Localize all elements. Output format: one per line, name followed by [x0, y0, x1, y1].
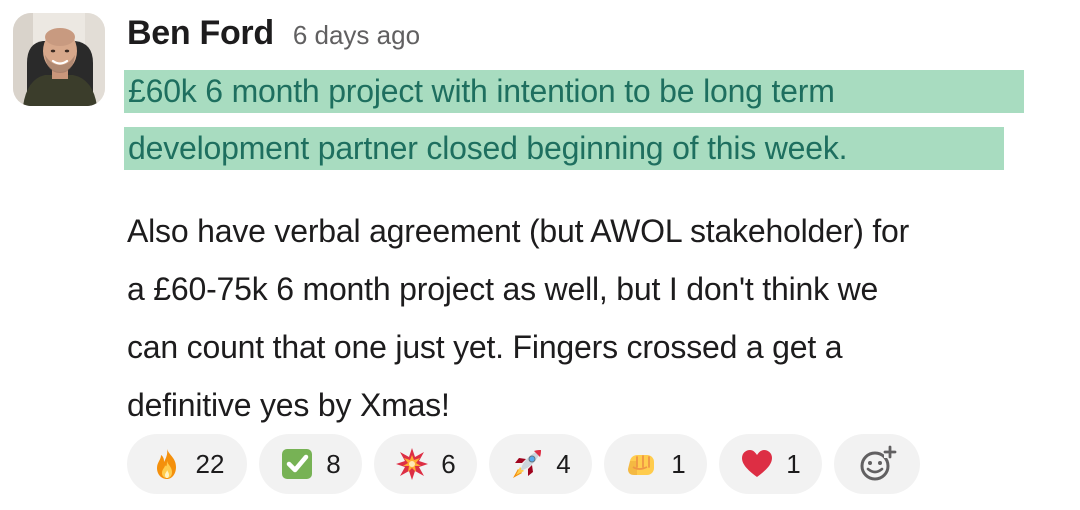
- message-line: a £60-75k 6 month project as well, but I…: [127, 271, 879, 307]
- message-timestamp[interactable]: 6 days ago: [293, 20, 420, 51]
- reaction-fire[interactable]: 22: [127, 434, 247, 494]
- message-body: Also have verbal agreement (but AWOL sta…: [127, 202, 1072, 434]
- message-line: can count that one just yet. Fingers cro…: [127, 329, 843, 365]
- reaction-punch[interactable]: 1: [604, 434, 707, 494]
- highlighted-line: £60k 6 month project with intention to b…: [124, 70, 1024, 113]
- reaction-rocket[interactable]: 4: [489, 434, 592, 494]
- reaction-check[interactable]: 8: [259, 434, 362, 494]
- add-reaction-button[interactable]: [834, 434, 920, 494]
- reaction-count: 8: [326, 448, 341, 479]
- fire-icon: [156, 449, 176, 479]
- reaction-collision[interactable]: 6: [374, 434, 477, 494]
- message-line: definitive yes by Xmas!: [127, 387, 450, 423]
- reaction-count: 6: [441, 448, 456, 479]
- reaction-count: 1: [671, 448, 686, 479]
- message-line: Also have verbal agreement (but AWOL sta…: [127, 213, 910, 249]
- reaction-count: 22: [195, 448, 225, 479]
- add-reaction-icon: [860, 445, 897, 481]
- rocket-icon: [513, 450, 542, 478]
- avatar[interactable]: [13, 13, 105, 106]
- heart-icon: [742, 450, 773, 477]
- avatar-photo: [13, 13, 105, 106]
- highlighted-line: development partner closed beginning of …: [124, 127, 1004, 170]
- author-name[interactable]: Ben Ford: [127, 14, 274, 53]
- slack-message: Ben Ford 6 days ago £60k 6 month project…: [0, 0, 1080, 510]
- reaction-count: 4: [556, 448, 571, 479]
- reaction-count: 1: [786, 448, 801, 479]
- reaction-bar: 22 8 6 4 1 1: [127, 434, 920, 494]
- reaction-heart[interactable]: 1: [719, 434, 822, 494]
- punch-icon: [628, 455, 655, 475]
- white-check-mark-icon: [282, 449, 313, 479]
- message-header: Ben Ford 6 days ago: [127, 14, 420, 58]
- collision-icon: [396, 448, 429, 480]
